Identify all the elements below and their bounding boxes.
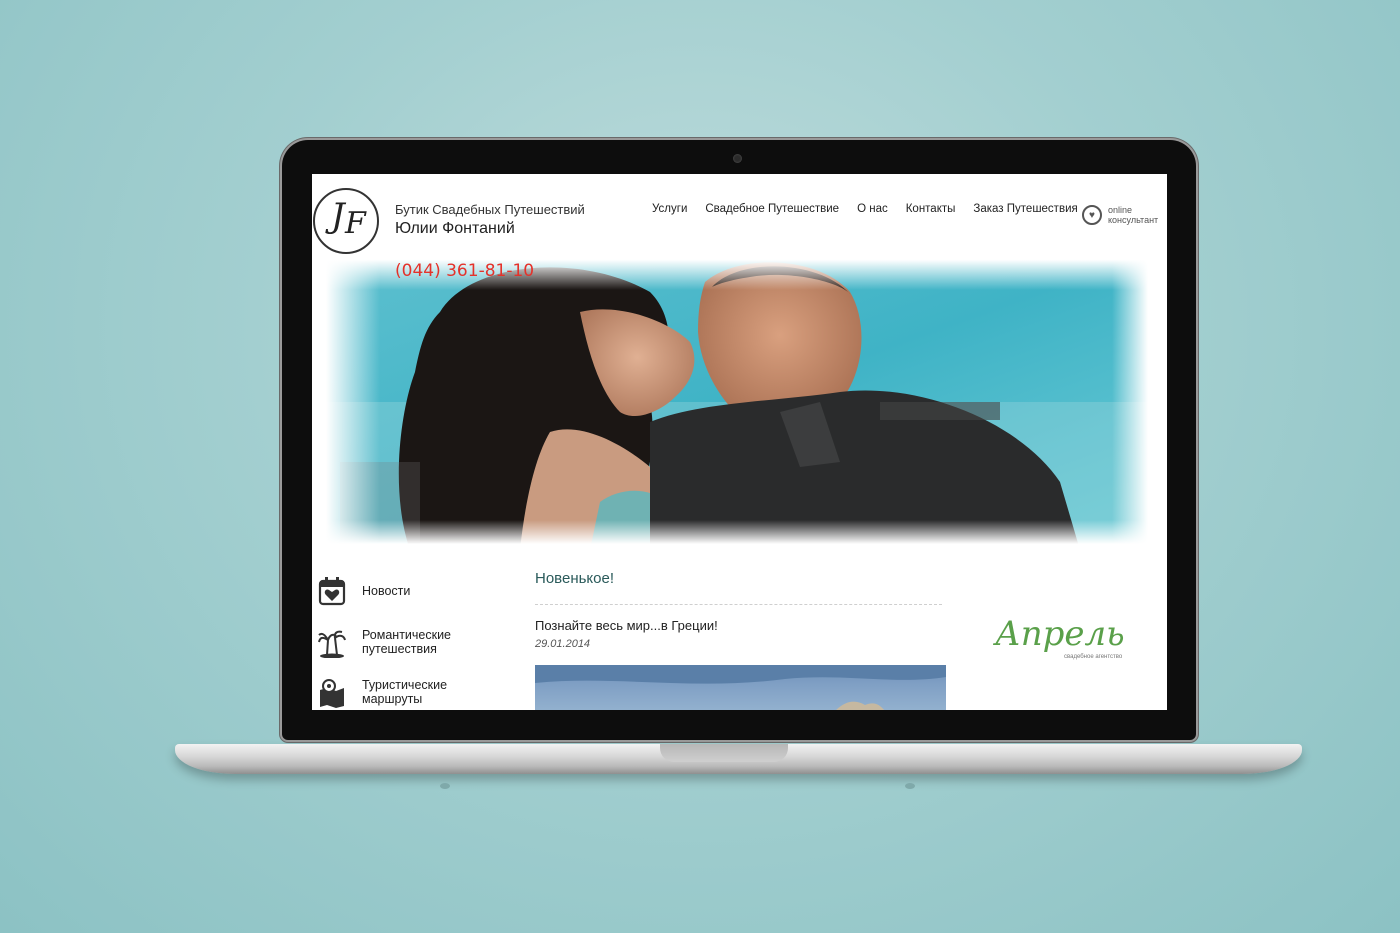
logo-letter-j: J xyxy=(331,196,345,236)
hero-photo xyxy=(320,252,1152,550)
phone-number[interactable]: (044) 361-81-10 xyxy=(395,261,534,281)
chat-heart-icon: ♥ xyxy=(1082,205,1102,225)
april-logo-subtitle: свадебное агентство xyxy=(1064,654,1123,660)
post-title-link[interactable]: Познайте весь мир...в Греции! xyxy=(535,618,718,633)
calendar-heart-icon xyxy=(318,577,346,606)
palm-island-icon xyxy=(318,630,346,658)
map-pin-icon xyxy=(320,679,344,708)
nav-item-contacts[interactable]: Контакты xyxy=(906,203,956,215)
post-image-graphic xyxy=(535,665,946,710)
sidebar-item-news[interactable]: Новости xyxy=(318,574,508,626)
nav-item-about[interactable]: О нас xyxy=(857,203,888,215)
hero-fade xyxy=(320,252,380,550)
online-consultant-button[interactable]: ♥ online консультант xyxy=(1082,205,1158,225)
laptop-foot xyxy=(440,783,450,789)
april-logo-word: Апрель xyxy=(995,614,1125,654)
brand-name: Юлии Фонтаний xyxy=(395,220,515,237)
nav-item-services[interactable]: Услуги xyxy=(652,203,687,215)
post-image[interactable] xyxy=(535,665,946,710)
main-nav: Услуги Свадебное Путешествие О нас Конта… xyxy=(652,203,1078,215)
online-label: online xyxy=(1108,205,1133,215)
sidebar-item-label: Новости xyxy=(362,584,411,598)
sidebar: Новости Романтические путешествия Турист… xyxy=(318,574,508,710)
sidebar-item-tourist-routes[interactable]: Туристические маршруты xyxy=(318,676,508,710)
logo-letter-f: F xyxy=(345,206,366,241)
section-title: Новенькое! xyxy=(535,570,614,587)
hero-image xyxy=(320,252,1152,550)
hero-fade xyxy=(320,520,1152,550)
nav-item-order-trip[interactable]: Заказ Путешествия xyxy=(973,203,1077,215)
camera-icon xyxy=(733,154,742,163)
website-screen: J F Бутик Свадебных Путешествий Юлии Фон… xyxy=(312,174,1167,710)
laptop-foot xyxy=(905,783,915,789)
jf-logo[interactable]: J F xyxy=(313,188,379,254)
consultant-label: консультант xyxy=(1108,215,1159,225)
sidebar-item-label: Туристические маршруты xyxy=(362,678,448,706)
sidebar-item-label: Романтические путешествия xyxy=(362,628,452,656)
post-date: 29.01.2014 xyxy=(535,638,591,650)
nav-item-wedding-trip[interactable]: Свадебное Путешествие xyxy=(705,203,839,215)
brand-subtitle: Бутик Свадебных Путешествий xyxy=(395,202,585,217)
divider xyxy=(535,604,942,605)
laptop-notch xyxy=(660,744,788,762)
sidebar-item-romantic-trips[interactable]: Романтические путешествия xyxy=(318,626,508,676)
hero-fade xyxy=(1112,252,1152,550)
